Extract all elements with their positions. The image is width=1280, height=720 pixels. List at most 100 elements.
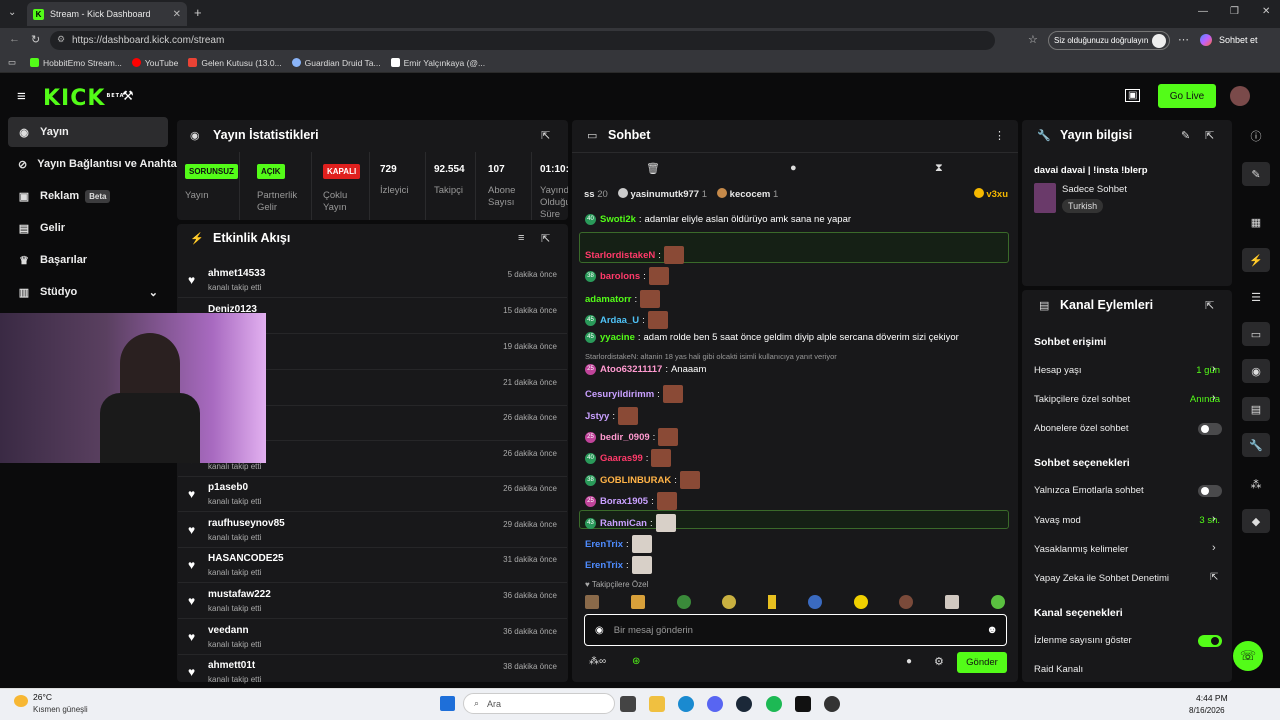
steam-icon[interactable] [736, 696, 752, 712]
copilot-label[interactable]: Sohbet et [1219, 35, 1258, 45]
bookmark-item[interactable]: Emir Yalçınkaya (@... [390, 58, 485, 68]
feed-username[interactable]: ahmett01t [208, 660, 255, 671]
bookmark-item[interactable]: YouTube [131, 58, 178, 68]
chat-username[interactable]: Gaaras99 [600, 453, 643, 464]
list-icon[interactable]: ☰ [1242, 285, 1270, 309]
obs-icon[interactable] [824, 696, 840, 712]
slow-mode-label[interactable]: Yavaş mod [1034, 515, 1081, 526]
tab-list-icon[interactable]: ⌄ [8, 7, 16, 18]
popout-icon[interactable]: ⇱ [1205, 299, 1214, 312]
chat-username[interactable]: Cesuryildirimm [585, 389, 654, 400]
more-menu-icon[interactable]: ⋯ [1178, 33, 1189, 46]
chat-message[interactable]: 38 GOBLINBURAK: [585, 471, 700, 489]
emote-item[interactable] [990, 595, 1005, 609]
hamburger-menu-icon[interactable]: ≡ [17, 88, 26, 105]
lightning-icon[interactable]: ⚡ [1242, 248, 1270, 272]
filter-icon[interactable]: ≡ [518, 232, 524, 244]
close-tab-icon[interactable]: ✕ [173, 9, 181, 20]
chat-message[interactable]: 40 Swoti2k: adamlar eliyle aslan öldürüyo… [585, 214, 851, 225]
minimize-icon[interactable]: — [1198, 6, 1208, 17]
chat-username[interactable]: Jstyy [585, 411, 609, 422]
feed-row[interactable]: ♥ p1aseb0 kanalı takip etti 26 dakika önce [178, 476, 567, 512]
chat-message[interactable]: 25 Borax1905: [585, 492, 677, 510]
clock-time[interactable]: 4:44 PM [1196, 693, 1228, 703]
chat-icon[interactable]: ▭ [1242, 322, 1270, 346]
kick-points-icon[interactable]: ⊛ [632, 656, 640, 667]
chevron-right-icon[interactable]: › [1212, 513, 1216, 525]
sidebar-item-achievements[interactable]: ♛ Başarılar [8, 245, 168, 275]
emote-item[interactable] [585, 595, 599, 609]
category-name[interactable]: Sadece Sohbet [1062, 184, 1127, 195]
chat-username[interactable]: yyacine [600, 332, 635, 343]
chevron-right-icon[interactable]: › [1212, 392, 1216, 404]
copilot-icon[interactable] [1200, 34, 1212, 46]
feed-row[interactable]: ♥ ahmet14533 kanalı takip etti 5 dakika önc… [178, 262, 567, 298]
chat-username[interactable]: StarlordistakeN [585, 250, 655, 261]
go-live-button[interactable]: Go Live [1158, 84, 1216, 108]
sidebar-item-studio[interactable]: ▥ Stüdyo ⌄ [8, 277, 168, 307]
raid-channel-label[interactable]: Raid Kanalı [1034, 664, 1083, 675]
ai-moderation-label[interactable]: Yapay Zeka ile Sohbet Denetimi [1034, 573, 1169, 584]
feed-username[interactable]: raufhuseynov85 [208, 518, 285, 529]
chat-input[interactable]: ◉ Bir mesaj gönderin ☻ [584, 614, 1007, 646]
spotify-icon[interactable] [766, 696, 782, 712]
clock-date[interactable]: 8/16/2026 [1189, 706, 1225, 715]
hammer-icon[interactable]: ⚒ [122, 88, 134, 104]
sidebar-item-revenue[interactable]: ▤ Gelir [8, 213, 168, 243]
studio-mode-icon[interactable]: ▣ [1125, 89, 1141, 102]
chat-username[interactable]: adamatorr [585, 294, 631, 305]
sidebar-item-connection[interactable]: ⊘ Yayın Bağlantısı ve Anahtar [8, 149, 181, 179]
chat-username[interactable]: ErenTrix [585, 539, 623, 550]
gifter-item[interactable]: yasinumutk977 1 [617, 188, 707, 200]
channel-actions-icon[interactable]: ▤ [1242, 397, 1270, 421]
edge-icon[interactable] [678, 696, 694, 712]
task-view-icon[interactable] [620, 696, 636, 712]
chat-username[interactable]: barolons [600, 271, 640, 282]
account-age-value[interactable]: 1 gün [1196, 365, 1220, 376]
subs-chat-toggle[interactable] [1198, 423, 1222, 435]
feed-row[interactable]: ♥ HASANCODE25 kanalı takip etti 31 dakika ö… [178, 547, 567, 583]
edit-icon[interactable]: ✎ [1181, 129, 1190, 142]
address-bar[interactable]: ⚙ https://dashboard.kick.com/stream [50, 31, 995, 50]
browser-tab[interactable]: K Stream - Kick Dashboard ✕ [27, 2, 187, 26]
gifter-item[interactable]: kecocem 1 [717, 188, 778, 200]
chat-username[interactable]: Borax1905 [600, 496, 648, 507]
taskbar-search[interactable]: ⌕ Ara [463, 693, 615, 714]
new-tab-icon[interactable]: + [194, 5, 202, 20]
discord-icon[interactable] [707, 696, 723, 712]
chevron-right-icon[interactable]: › [1212, 363, 1216, 375]
account-age-label[interactable]: Hesap yaşı [1034, 365, 1082, 376]
chat-message[interactable]: 43 RahmiCan: [585, 514, 676, 532]
chat-message[interactable]: 25 Atoo63211117: Anaaam [585, 364, 706, 375]
emote-item[interactable] [768, 595, 777, 609]
category-thumbnail[interactable] [1034, 183, 1056, 213]
feed-row[interactable]: ♥ veedann kanalı takip etti 36 dakika önce [178, 619, 567, 655]
weather-desc[interactable]: Kısmen güneşli [33, 705, 88, 714]
chevron-right-icon[interactable]: › [1212, 542, 1216, 554]
support-chat-button[interactable]: ☏ [1233, 641, 1263, 671]
show-viewers-toggle[interactable] [1198, 635, 1222, 647]
chat-message[interactable]: 38 barolons: [585, 267, 669, 285]
bookmark-item[interactable]: HobbitEmo Stream... [30, 58, 122, 68]
chat-username[interactable]: bedir_0909 [600, 432, 650, 443]
broadcast-icon[interactable]: ◉ [1242, 359, 1270, 383]
feed-row[interactable]: ♥ raufhuseynov85 kanalı takip etti 29 dakik… [178, 512, 567, 548]
file-explorer-icon[interactable] [649, 696, 665, 712]
slow-mode-value[interactable]: 3 sn. [1199, 515, 1220, 526]
emote-item[interactable] [853, 595, 868, 609]
verify-button[interactable]: Siz olduğunuzu doğrulayın [1048, 31, 1170, 50]
chat-bubble-icon[interactable]: ● [790, 162, 797, 174]
favorites-icon[interactable]: ☆ [1028, 33, 1038, 46]
reload-icon[interactable]: ↻ [31, 33, 40, 46]
site-info-icon[interactable]: ⚙ [57, 34, 65, 45]
send-button[interactable]: Gönder [957, 652, 1007, 673]
trash-icon[interactable]: 🗑 [646, 162, 660, 175]
chat-message[interactable]: ErenTrix: [585, 535, 652, 553]
emoji-icon[interactable]: ☻ [986, 624, 998, 636]
emote-item[interactable] [722, 595, 737, 609]
emote-item[interactable] [676, 595, 691, 609]
emote-only-toggle[interactable] [1198, 485, 1222, 497]
emote-item[interactable] [899, 595, 914, 609]
layout-icon[interactable]: ▦ [1242, 210, 1270, 234]
close-window-icon[interactable]: ✕ [1262, 6, 1270, 17]
